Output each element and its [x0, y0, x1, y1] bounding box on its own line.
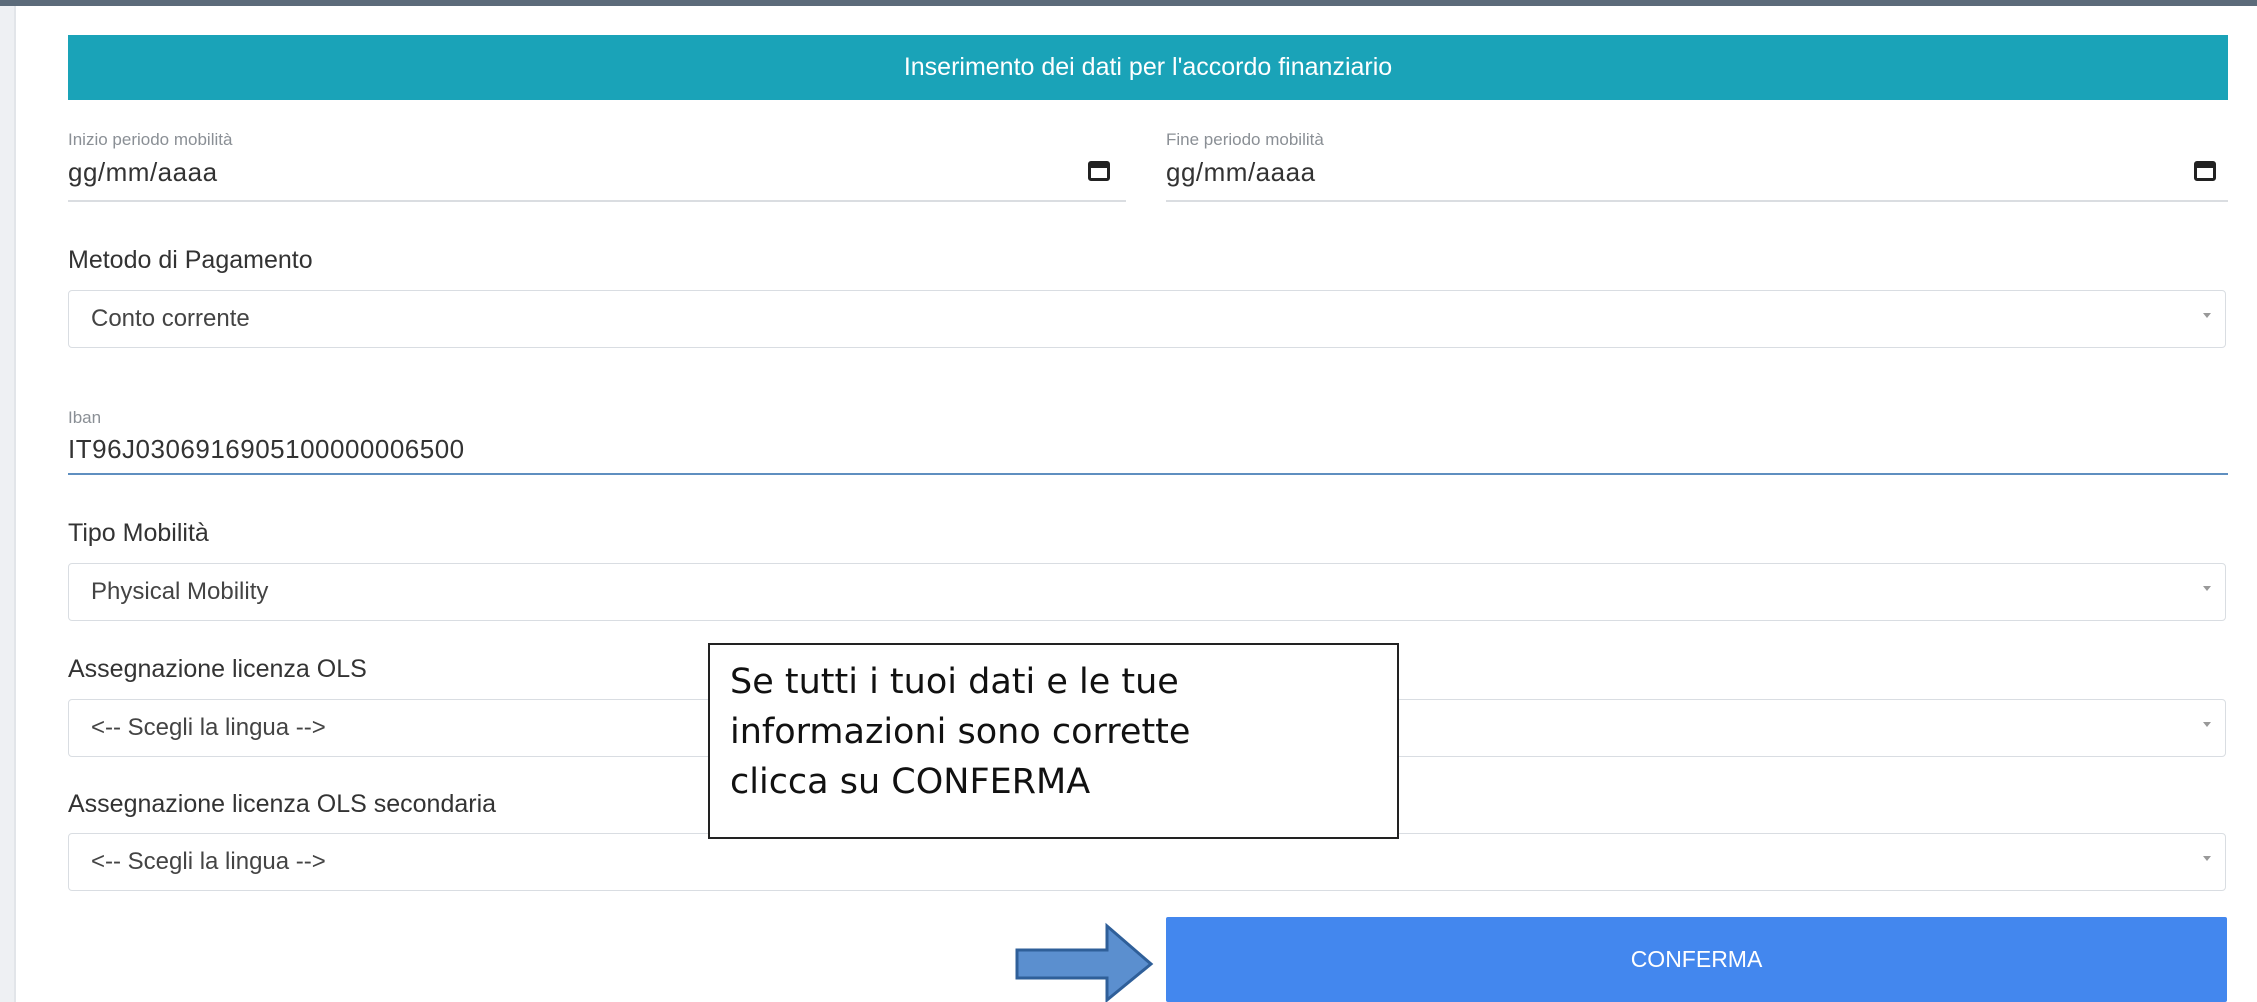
- calendar-icon[interactable]: [2194, 161, 2216, 181]
- callout-line-3: clicca su CONFERMA: [730, 762, 1091, 802]
- form-page: Inserimento dei dati per l'accordo finan…: [0, 0, 2257, 1002]
- form-header: Inserimento dei dati per l'accordo finan…: [68, 35, 2228, 100]
- instruction-callout: Se tutti i tuoi dati e le tue informazio…: [708, 643, 1399, 839]
- form-title: Inserimento dei dati per l'accordo finan…: [903, 53, 1393, 81]
- payment-method-value: Conto corrente: [91, 305, 250, 332]
- right-arrow-icon: [1015, 922, 1154, 1002]
- end-date-underline: [1166, 200, 2228, 202]
- left-strip: [0, 6, 16, 1002]
- ols-license-value: <-- Scegli la lingua -->: [91, 714, 326, 741]
- payment-method-label: Metodo di Pagamento: [68, 246, 313, 274]
- callout-line-2: informazioni sono corrette: [730, 712, 1191, 752]
- end-date-label: Fine periodo mobilità: [1166, 130, 1324, 149]
- ols-secondary-select[interactable]: <-- Scegli la lingua -->: [68, 833, 2226, 891]
- caret-down-icon: [2203, 586, 2211, 591]
- ols-license-label: Assegnazione licenza OLS: [68, 655, 367, 683]
- callout-line-1: Se tutti i tuoi dati e le tue: [730, 662, 1179, 702]
- ols-secondary-value: <-- Scegli la lingua -->: [91, 848, 326, 875]
- confirm-button[interactable]: CONFERMA: [1166, 917, 2227, 1002]
- top-border: [0, 0, 2257, 6]
- mobility-type-value: Physical Mobility: [91, 578, 269, 605]
- start-date-label: Inizio periodo mobilità: [68, 130, 233, 149]
- iban-input[interactable]: IT96J0306916905100000006500: [68, 434, 465, 465]
- start-date-input[interactable]: gg/mm/aaaa: [68, 157, 218, 188]
- payment-method-select[interactable]: Conto corrente: [68, 290, 2226, 348]
- start-date-underline: [68, 200, 1126, 202]
- mobility-type-select[interactable]: Physical Mobility: [68, 563, 2226, 621]
- ols-secondary-label: Assegnazione licenza OLS secondaria: [68, 790, 497, 818]
- mobility-type-label: Tipo Mobilità: [68, 519, 209, 547]
- caret-down-icon: [2203, 313, 2211, 318]
- iban-underline: [68, 473, 2228, 475]
- caret-down-icon: [2203, 856, 2211, 861]
- end-date-input[interactable]: gg/mm/aaaa: [1166, 157, 1316, 188]
- iban-label: Iban: [68, 408, 102, 427]
- caret-down-icon: [2203, 722, 2211, 727]
- calendar-icon[interactable]: [1088, 161, 1110, 181]
